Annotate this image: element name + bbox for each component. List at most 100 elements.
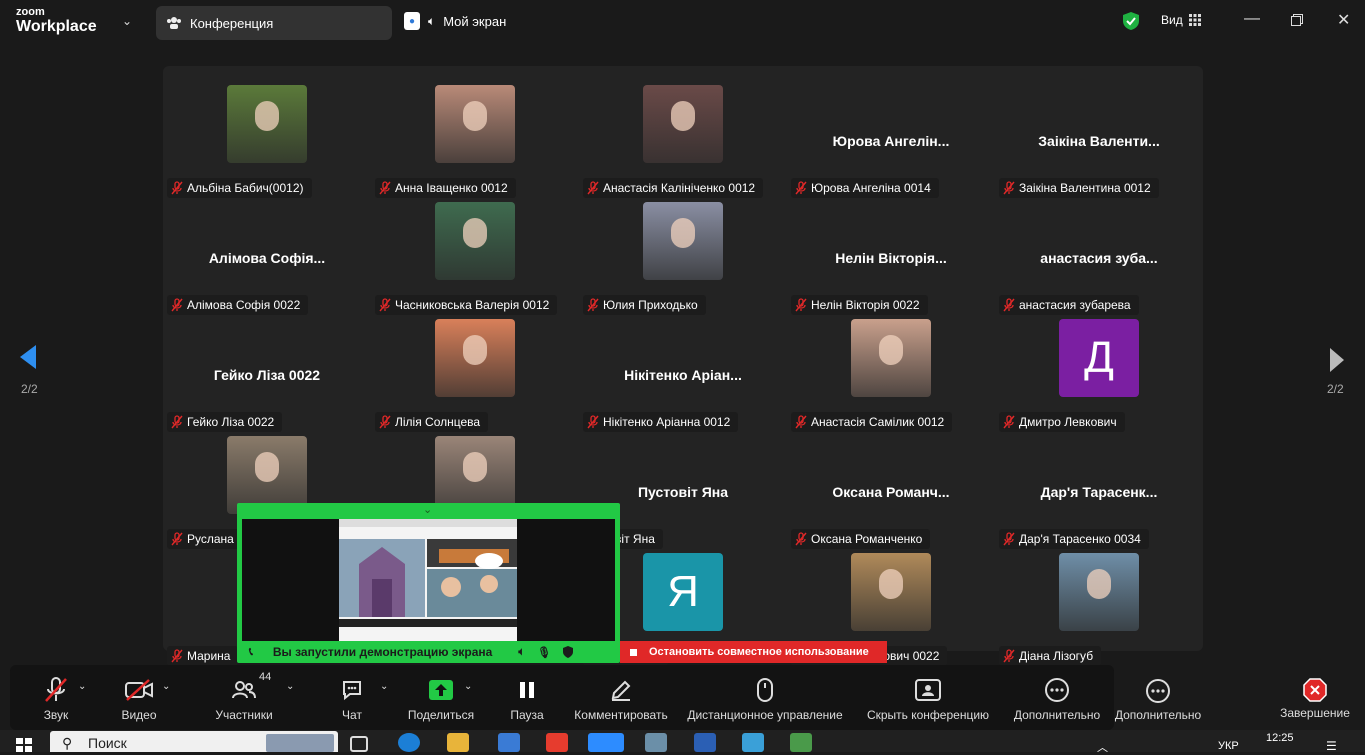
meeting-icon — [167, 17, 181, 29]
prev-page-arrow-icon[interactable] — [18, 343, 38, 371]
participant-display-name: Дар'я Тарасенк... — [1040, 484, 1158, 500]
taskbar-search-input[interactable]: ⚲ Поиск — [50, 731, 338, 752]
more-label: Дополнительно — [1013, 708, 1101, 722]
windows-start-icon[interactable] — [16, 738, 32, 752]
share-screen-button[interactable]: Поделиться — [407, 665, 475, 730]
video-options-chevron-icon[interactable]: ⌄ — [162, 681, 170, 692]
participant-name-label: Дар'я Тарасенко 0034 — [999, 529, 1149, 549]
speaker-icon[interactable]: 🔈︎ — [518, 646, 525, 659]
chat-button[interactable]: Чат — [336, 665, 368, 730]
participant-display-name: Алімова Софія... — [208, 250, 326, 266]
audio-options-chevron-icon[interactable]: ⌄ — [78, 681, 86, 692]
pause-share-button[interactable]: Пауза — [507, 665, 547, 730]
participant-tile[interactable]: Оксана Романч... Оксана Романченко — [787, 434, 995, 551]
mic-muted-icon — [171, 532, 183, 546]
participant-tile[interactable]: Заікіна Валенти... Заікіна Валентина 0012 — [995, 83, 1203, 200]
participant-silhouette — [463, 452, 487, 482]
participant-tile[interactable]: анастасия зуба... анастасия зубарева — [995, 200, 1203, 317]
chat-options-chevron-icon[interactable]: ⌄ — [380, 681, 388, 692]
tab-meeting-label: Конференция — [190, 15, 274, 31]
language-indicator[interactable]: УКР — [1218, 740, 1239, 752]
participant-tile[interactable]: Анастасія Самілик 0012 — [787, 317, 995, 434]
participant-tile[interactable]: Д Дмитро Левкович — [995, 317, 1203, 434]
more-button-secondary[interactable]: Дополнительно — [1114, 678, 1202, 722]
audio-button[interactable]: Звук — [38, 665, 74, 730]
next-page-arrow-icon[interactable] — [1328, 346, 1346, 374]
tray-chevron-up-icon[interactable]: ︿ — [1097, 739, 1108, 755]
participant-silhouette — [255, 101, 279, 131]
participant-video — [643, 85, 723, 163]
more-button[interactable]: Дополнительно — [1012, 665, 1102, 730]
security-shield-icon[interactable] — [1122, 11, 1140, 31]
tab-meeting[interactable]: Конференция — [156, 6, 392, 40]
participant-tile[interactable]: Гейко Ліза 0022 Гейко Ліза 0022 — [163, 317, 371, 434]
zoom-logo[interactable]: zoom Workplace — [16, 7, 97, 35]
mic-muted-icon — [45, 677, 67, 702]
tab-my-screen[interactable]: ● 🔈︎ Мой экран — [404, 12, 506, 30]
restore-icon[interactable] — [1291, 14, 1303, 26]
share-options-chevron-icon[interactable]: ⌄ — [464, 681, 472, 692]
mic-muted-icon — [1003, 298, 1015, 312]
yandex-icon[interactable] — [546, 733, 568, 752]
store-icon[interactable] — [498, 733, 520, 752]
participant-video — [435, 202, 515, 280]
participant-tile[interactable]: Дар'я Тарасенк... Дар'я Тарасенко 0034 — [995, 434, 1203, 551]
participant-tile[interactable]: Юрова Ангелін... Юрова Ангеліна 0014 — [787, 83, 995, 200]
mic-muted-icon — [795, 415, 807, 429]
hide-meeting-button[interactable]: Скрыть конференцию — [866, 665, 990, 730]
screen-share-badge-icon: ● — [404, 12, 420, 30]
file-explorer-icon[interactable] — [447, 733, 469, 752]
close-icon[interactable]: ✕ — [1337, 10, 1350, 30]
mic-muted-icon — [171, 298, 183, 312]
mic-muted-icon[interactable]: 🎙︎ — [537, 646, 551, 659]
view-button[interactable]: Вид — [1161, 13, 1201, 27]
participant-tile[interactable]: Лілія Солнцева — [371, 317, 579, 434]
participant-tile[interactable]: Юлия Приходько — [579, 200, 787, 317]
share-thumbnail — [242, 519, 615, 641]
page-indicator-right: 2/2 — [1327, 382, 1344, 396]
collapse-chevron-icon[interactable]: ⌄ — [423, 503, 432, 516]
video-editor-icon[interactable] — [790, 733, 812, 752]
word-icon[interactable] — [694, 733, 716, 752]
participant-tile[interactable]: Діана Лізогуб — [995, 551, 1203, 668]
participant-tile[interactable]: Нелін Вікторія... Нелін Вікторія 0022 — [787, 200, 995, 317]
participant-tile[interactable]: Алімова Софія... Алімова Софія 0022 — [163, 200, 371, 317]
participant-tile[interactable]: Анна Іващенко 0012 — [371, 83, 579, 200]
participant-display-name: Пустовіт Яна — [637, 484, 729, 500]
hide-video-icon — [915, 679, 941, 701]
chevron-down-icon[interactable]: ⌄ — [122, 14, 132, 28]
participant-silhouette — [463, 335, 487, 365]
video-button[interactable]: Видео — [118, 665, 160, 730]
zoom-taskbar-icon[interactable] — [588, 733, 624, 752]
participant-name-label: Дмитро Левкович — [999, 412, 1125, 432]
meeting-toolbar: Звук ⌄ Видео ⌄ Участники 44 ⌄ Чат ⌄ Поде… — [10, 665, 1114, 730]
notifications-icon[interactable]: ☰ — [1326, 739, 1337, 753]
annotate-button[interactable]: Комментировать — [572, 665, 670, 730]
participants-label: Участники — [215, 708, 273, 722]
search-placeholder: Поиск — [88, 735, 127, 751]
more-icon — [1146, 679, 1170, 703]
edge-icon[interactable] — [398, 733, 420, 752]
participant-tile[interactable]: Альбіна Бабич(0012) — [163, 83, 371, 200]
remote-control-button[interactable]: Дистанционное управление — [685, 665, 845, 730]
share-preview[interactable]: ⌄ 📞︎ Вы запустили демонстрацию экрана 🔈︎… — [237, 503, 620, 663]
participant-tile[interactable]: Нікітенко Аріан... Нікітенко Аріанна 0012 — [579, 317, 787, 434]
shield-icon — [562, 646, 573, 658]
participant-name-label: Анастасія Самілик 0012 — [791, 412, 953, 432]
search-icon: ⚲ — [62, 735, 73, 751]
minimize-icon[interactable]: — — [1244, 10, 1260, 28]
mic-muted-icon — [587, 298, 599, 312]
app-icon[interactable] — [645, 733, 667, 752]
participant-tile[interactable]: Часниковська Валерія 0012 — [371, 200, 579, 317]
task-view-icon[interactable] — [350, 736, 368, 752]
stop-sharing-button[interactable]: Остановить совместное использование — [620, 641, 887, 663]
participant-name-label: Заікіна Валентина 0012 — [999, 178, 1159, 198]
participant-name-label: Лілія Солнцева — [375, 412, 489, 432]
mic-muted-icon — [379, 181, 391, 195]
participant-tile[interactable]: Анастасія Калініченко 0012 — [579, 83, 787, 200]
photos-icon[interactable] — [742, 733, 764, 752]
participants-options-chevron-icon[interactable]: ⌄ — [286, 681, 294, 692]
participants-icon — [232, 681, 256, 699]
end-meeting-button[interactable]: Завершение — [1276, 678, 1354, 720]
clock-time[interactable]: 12:25 — [1266, 732, 1294, 744]
